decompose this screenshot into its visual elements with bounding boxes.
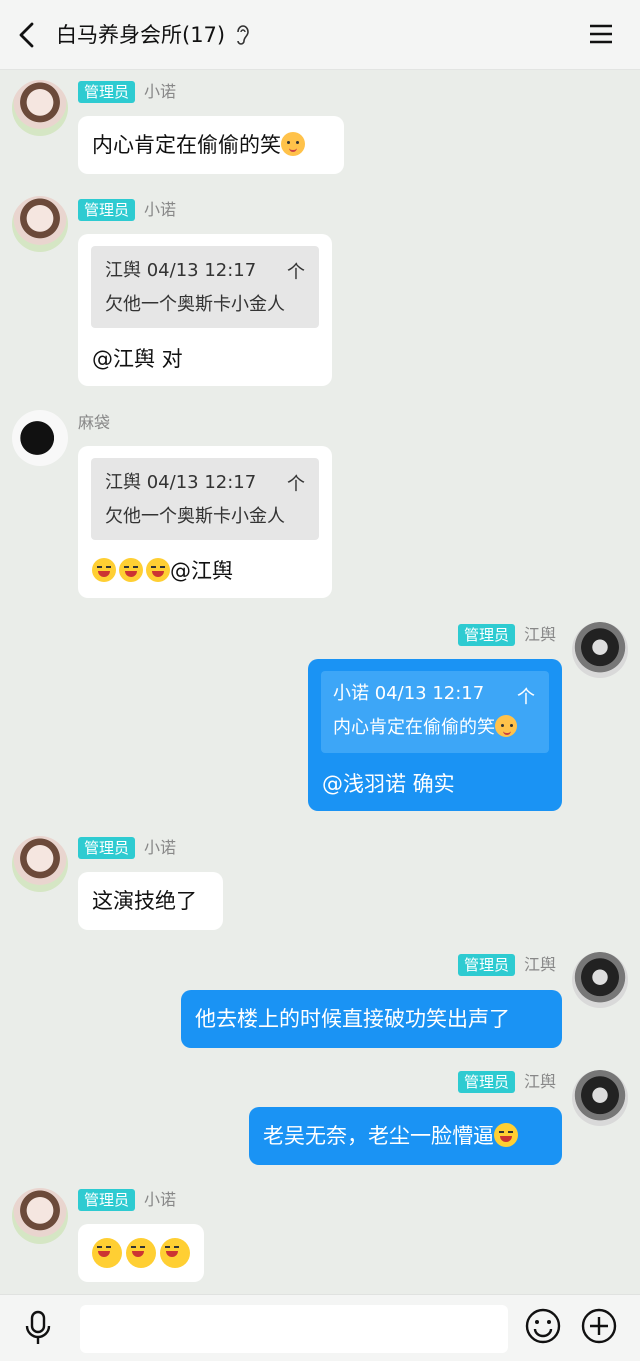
avatar[interactable] — [572, 952, 628, 1008]
microphone-icon[interactable] — [22, 1309, 54, 1347]
avatar[interactable] — [12, 836, 68, 892]
quote-header: 江舆 04/13 12:17 — [105, 472, 257, 493]
message-text: @浅羽诺 确实 — [322, 772, 455, 796]
message-text: 他去楼上的时候直接破功笑出声了 — [195, 1007, 510, 1031]
chat-header: 白马养身会所(17) — [0, 0, 640, 70]
message-text: 内心肯定在偷偷的笑 — [92, 133, 281, 157]
admin-badge: 管理员 — [458, 624, 516, 646]
quote-expand-icon[interactable]: 个 — [517, 685, 535, 711]
admin-badge: 管理员 — [458, 954, 516, 976]
message-bubble[interactable] — [78, 1224, 204, 1282]
laugh-face-emoji-icon — [92, 558, 116, 582]
sender-name: 小诺 — [144, 82, 177, 101]
admin-badge: 管理员 — [78, 199, 136, 221]
admin-badge: 管理员 — [78, 837, 136, 859]
laugh-face-emoji-icon — [146, 558, 170, 582]
admin-badge: 管理员 — [78, 1189, 136, 1211]
admin-badge: 管理员 — [458, 1071, 516, 1093]
quote-text: 欠他一个奥斯卡小金人 — [105, 506, 285, 527]
quoted-message[interactable]: 小诺 04/13 12:17 个 内心肯定在偷偷的笑 — [321, 671, 549, 753]
quote-text: 内心肯定在偷偷的笑 — [333, 717, 495, 738]
laugh-face-emoji-icon — [494, 1123, 518, 1147]
avatar[interactable] — [12, 1188, 68, 1244]
avatar[interactable] — [572, 1070, 628, 1126]
quote-header: 江舆 04/13 12:17 — [105, 260, 257, 281]
quote-expand-icon[interactable]: 个 — [287, 260, 305, 286]
sender-name: 小诺 — [144, 838, 177, 857]
sender-name: 小诺 — [144, 1190, 177, 1209]
sender-name: 麻袋 — [78, 413, 111, 432]
message-text: 这演技绝了 — [92, 889, 197, 913]
message-bubble[interactable]: 内心肯定在偷偷的笑 — [78, 116, 344, 174]
message-bubble[interactable]: 他去楼上的时候直接破功笑出声了 — [181, 990, 562, 1048]
message-bubble[interactable]: 老吴无奈，老尘一脸懵逼 — [249, 1107, 562, 1165]
message-bubble[interactable]: 小诺 04/13 12:17 个 内心肯定在偷偷的笑 @浅羽诺 确实 — [308, 659, 562, 811]
laugh-face-emoji-icon — [119, 558, 143, 582]
quote-text: 欠他一个奥斯卡小金人 — [105, 294, 285, 315]
cat-face-emoji-icon — [281, 132, 305, 156]
cat-face-emoji-icon — [495, 715, 517, 737]
message-text: @江舆 — [170, 559, 233, 583]
quote-expand-icon[interactable]: 个 — [287, 472, 305, 498]
avatar[interactable] — [12, 410, 68, 466]
avatar[interactable] — [572, 622, 628, 678]
avatar[interactable] — [12, 80, 68, 136]
admin-badge: 管理员 — [78, 81, 136, 103]
quote-header: 小诺 04/13 12:17 — [333, 683, 485, 704]
message-bubble[interactable]: 这演技绝了 — [78, 872, 223, 930]
input-bar — [0, 1294, 640, 1361]
message-text: 老吴无奈，老尘一脸懵逼 — [263, 1124, 494, 1148]
laugh-face-emoji-icon — [92, 1238, 122, 1268]
quoted-message[interactable]: 江舆 04/13 12:17 个 欠他一个奥斯卡小金人 — [91, 246, 319, 328]
message-bubble[interactable]: 江舆 04/13 12:17 个 欠他一个奥斯卡小金人 @江舆 — [78, 446, 332, 598]
sender-name: 小诺 — [144, 200, 177, 219]
message-bubble[interactable]: 江舆 04/13 12:17 个 欠他一个奥斯卡小金人 @江舆 对 — [78, 234, 332, 386]
laugh-face-emoji-icon — [126, 1238, 156, 1268]
sender-name: 江舆 — [524, 955, 557, 974]
sender-name: 江舆 — [524, 625, 557, 644]
back-arrow-icon[interactable] — [14, 20, 40, 50]
avatar[interactable] — [12, 196, 68, 252]
emoji-smile-icon[interactable] — [524, 1307, 562, 1345]
quoted-message[interactable]: 江舆 04/13 12:17 个 欠他一个奥斯卡小金人 — [91, 458, 319, 540]
chat-title: 白马养身会所(17) — [56, 23, 226, 47]
sender-name: 江舆 — [524, 1072, 557, 1091]
laugh-face-emoji-icon — [160, 1238, 190, 1268]
plus-icon[interactable] — [580, 1307, 618, 1345]
ear-icon — [237, 25, 249, 45]
message-input[interactable] — [80, 1305, 508, 1353]
menu-icon[interactable] — [588, 22, 614, 46]
message-text: @江舆 对 — [92, 347, 183, 371]
